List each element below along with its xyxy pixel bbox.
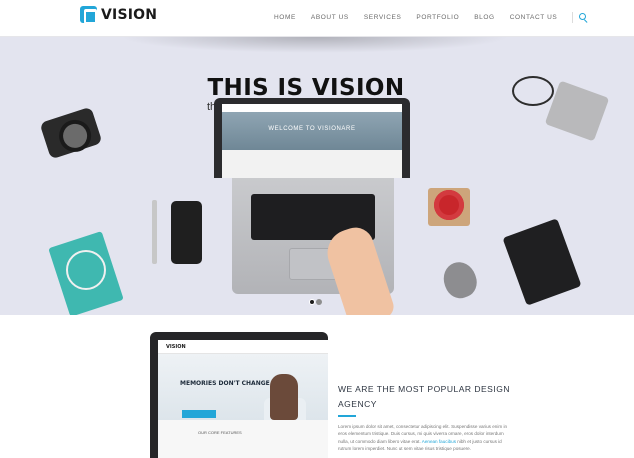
preview-button xyxy=(182,410,216,418)
preview-header: VISION xyxy=(158,340,328,354)
search-icon[interactable] xyxy=(579,13,588,22)
earphones-image xyxy=(66,250,106,290)
screen-hero: WELCOME TO VISIONARE xyxy=(222,112,402,150)
nav-portfolio[interactable]: PORTFOLIO xyxy=(416,14,459,21)
section-body: Lorem ipsum dolor sit amet, consectetur … xyxy=(338,423,514,452)
nav-blog[interactable]: BLOG xyxy=(474,14,494,21)
coffee-cup-image xyxy=(428,188,470,226)
screen-hero-title: WELCOME TO VISIONARE xyxy=(268,126,356,132)
slider-dot-2[interactable] xyxy=(316,299,322,305)
nav-services[interactable]: SERVICES xyxy=(364,14,402,21)
laptop-screen: WELCOME TO VISIONARE xyxy=(222,104,402,178)
site-header: VISION HOME ABOUT US SERVICES PORTFOLIO … xyxy=(0,0,634,37)
title-underline xyxy=(338,415,356,417)
preview-features: OUR CORE FEATURES xyxy=(198,430,242,435)
usb-cable-image xyxy=(512,76,554,106)
slider-pagination xyxy=(309,299,323,305)
section-title: WE ARE THE MOST POPULAR DESIGN AGENCY xyxy=(338,384,510,409)
nav-divider xyxy=(572,12,574,23)
nav-contact-us[interactable]: CONTACT US xyxy=(510,14,558,21)
nav-home[interactable]: HOME xyxy=(274,14,296,21)
main-nav: HOME ABOUT US SERVICES PORTFOLIO BLOG CO… xyxy=(274,12,588,23)
laptop-image: WELCOME TO VISIONARE xyxy=(214,98,410,178)
body-link[interactable]: Aenean faucibus xyxy=(422,439,456,444)
slider-dot-1[interactable] xyxy=(309,299,315,305)
preview-logo: VISION xyxy=(166,344,186,350)
preview-person xyxy=(270,374,298,420)
site-logo[interactable]: VISION xyxy=(80,6,158,24)
screen-content xyxy=(222,150,402,178)
logo-text: VISION xyxy=(101,6,158,23)
header-shadow xyxy=(120,37,510,53)
about-section: VISION MEMORIES DON'T CHANGE OUR CORE FE… xyxy=(0,315,634,458)
preview-headline: MEMORIES DON'T CHANGE xyxy=(180,380,270,387)
vision-logo-icon xyxy=(80,6,97,24)
nav-about-us[interactable]: ABOUT US xyxy=(311,14,349,21)
pen-image xyxy=(152,200,157,264)
screen-header xyxy=(222,104,402,112)
smartphone-image xyxy=(171,201,202,264)
monitor-screen: VISION MEMORIES DON'T CHANGE OUR CORE FE… xyxy=(158,340,328,458)
monitor-mockup: VISION MEMORIES DON'T CHANGE OUR CORE FE… xyxy=(150,332,328,458)
